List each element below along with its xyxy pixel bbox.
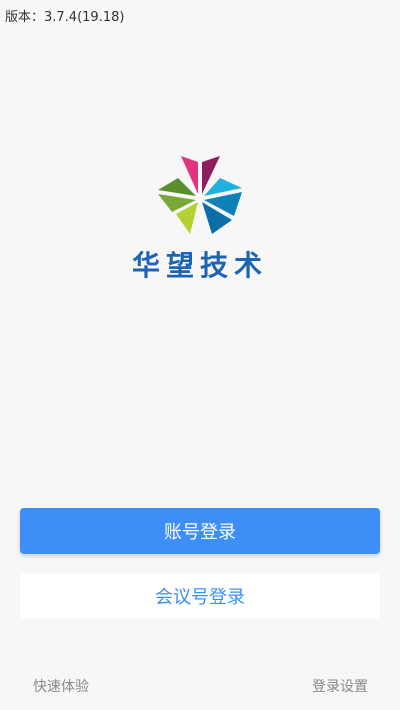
account-login-button[interactable]: 账号登录 <box>20 508 380 554</box>
brand-name: 华望技术 <box>131 249 268 282</box>
brand-logo <box>150 148 250 244</box>
login-settings-link[interactable]: 登录设置 <box>312 676 368 696</box>
quick-experience-link[interactable]: 快速体验 <box>33 676 89 696</box>
meeting-login-button[interactable]: 会议号登录 <box>20 573 380 619</box>
version-label: 版本：3.7.4(19.18) <box>5 10 125 25</box>
flower-logo-icon <box>158 156 242 234</box>
